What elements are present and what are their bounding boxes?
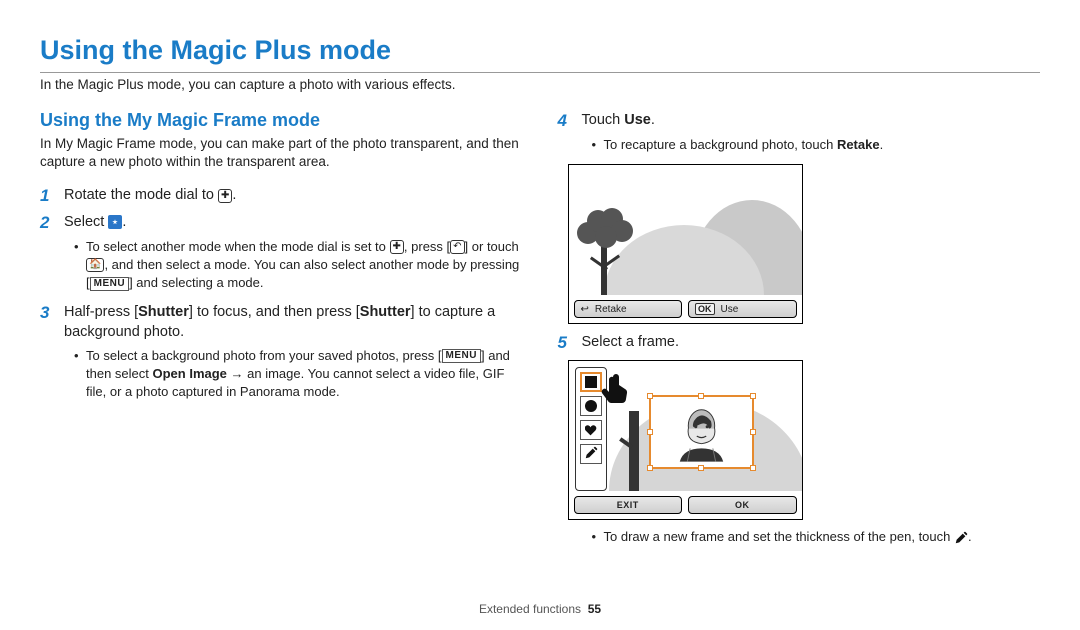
t: . [968, 529, 972, 544]
resize-handle[interactable] [698, 393, 704, 399]
step-body: Touch Use. [582, 110, 1041, 130]
left-column: Using the My Magic Frame mode In My Magi… [40, 110, 523, 557]
step-5-sub-bullets: To draw a new frame and set the thicknes… [592, 528, 1041, 546]
subsection-title: Using the My Magic Frame mode [40, 110, 523, 131]
step-number: 4 [558, 110, 582, 132]
bullet-item: To recapture a background photo, touch R… [592, 136, 1041, 154]
resize-handle[interactable] [647, 465, 653, 471]
tree-crown [577, 208, 632, 253]
t: . [880, 137, 884, 152]
step-4: 4 Touch Use. [558, 110, 1041, 132]
resize-handle[interactable] [647, 393, 653, 399]
step-5: 5 Select a frame. [558, 332, 1041, 354]
mode-dial-magic-icon: ✚ [390, 240, 404, 254]
square-icon [585, 376, 597, 388]
step-number: 1 [40, 185, 64, 207]
shutter-label: Shutter [360, 304, 411, 320]
resize-handle[interactable] [750, 465, 756, 471]
right-column: 4 Touch Use. To recapture a background p… [558, 110, 1041, 557]
use-text: Use [721, 304, 739, 315]
draw-pen-icon [584, 446, 598, 463]
preview-button-bar: ↩ Retake OK Use [574, 300, 797, 318]
step-body: Select . [64, 212, 523, 232]
t: To draw a new frame and set the thicknes… [604, 529, 954, 544]
subsection-intro: In My Magic Frame mode, you can make par… [40, 135, 523, 171]
selection-frame[interactable] [649, 395, 754, 469]
back-arrow-icon: ↩ [581, 304, 589, 315]
t: Touch [582, 112, 625, 128]
step-body: Half-press [Shutter] to focus, and then … [64, 302, 523, 343]
magic-frame-icon [108, 215, 122, 229]
step-4-sub-bullets: To recapture a background photo, touch R… [592, 136, 1041, 154]
bullet-item: To select another mode when the mode dia… [74, 238, 523, 293]
two-column-layout: Using the My Magic Frame mode In My Magi… [40, 110, 1040, 557]
ok-button[interactable]: OK [688, 496, 797, 514]
step-text-tail: . [122, 214, 126, 230]
step-2-sub-bullets: To select another mode when the mode dia… [74, 238, 523, 293]
footer-page-number: 55 [588, 602, 601, 616]
t: Half-press [ [64, 304, 138, 320]
step-number: 3 [40, 302, 64, 324]
resize-handle[interactable] [698, 465, 704, 471]
use-button[interactable]: OK Use [688, 300, 797, 318]
tree-trunk [629, 411, 639, 491]
portrait-placeholder [659, 405, 744, 459]
t: To select a background photo from your s… [86, 348, 442, 363]
t: . [651, 112, 655, 128]
resize-handle[interactable] [750, 393, 756, 399]
frame-option-heart[interactable] [580, 420, 602, 440]
back-icon: ↶ [450, 240, 464, 254]
step-body: Select a frame. [582, 332, 1041, 352]
camera-preview-illustration: ↩ Retake OK Use [568, 164, 803, 324]
page-title: Using the Magic Plus mode [40, 35, 1040, 73]
step-text: Rotate the mode dial to [64, 187, 218, 203]
step-body: Rotate the mode dial to ✚. [64, 185, 523, 205]
intro-text: In the Magic Plus mode, you can capture … [40, 77, 1040, 92]
frame-select-illustration: EXIT OK [568, 360, 803, 520]
step-number: 2 [40, 212, 64, 234]
step-text-tail: . [232, 187, 236, 203]
step-2: 2 Select . [40, 212, 523, 234]
draw-pen-icon [954, 531, 968, 545]
frame-option-draw[interactable] [580, 444, 602, 464]
frame-button-bar: EXIT OK [574, 496, 797, 514]
t: To recapture a background photo, touch [604, 137, 837, 152]
t: ] and selecting a mode. [129, 275, 263, 290]
t: ] to focus, and then press [ [189, 304, 360, 320]
page-footer: Extended functions 55 [0, 602, 1080, 616]
circle-icon [585, 400, 597, 412]
exit-button[interactable]: EXIT [574, 496, 683, 514]
resize-handle[interactable] [647, 429, 653, 435]
footer-section: Extended functions [479, 602, 581, 616]
retake-text: Retake [595, 304, 627, 315]
retake-button[interactable]: ↩ Retake [574, 300, 683, 318]
open-image-label: Open Image [153, 366, 227, 381]
bullet-item: To select a background photo from your s… [74, 347, 523, 402]
resize-handle[interactable] [750, 429, 756, 435]
bullet-item: To draw a new frame and set the thicknes… [592, 528, 1041, 546]
use-label: Use [624, 112, 651, 128]
step-number: 5 [558, 332, 582, 354]
step-3-sub-bullets: To select a background photo from your s… [74, 347, 523, 402]
t: ] or touch [465, 239, 519, 254]
hand-cursor-icon [597, 373, 633, 403]
step-1: 1 Rotate the mode dial to ✚. [40, 185, 523, 207]
t: To select another mode when the mode dia… [86, 239, 390, 254]
step-3: 3 Half-press [Shutter] to focus, and the… [40, 302, 523, 343]
t: , press [ [404, 239, 450, 254]
shutter-label: Shutter [138, 304, 189, 320]
step-text: Select [64, 214, 108, 230]
ok-badge: OK [695, 303, 715, 315]
retake-label: Retake [837, 137, 880, 152]
mode-dial-magic-icon: ✚ [218, 189, 232, 203]
menu-button-label: MENU [90, 277, 129, 291]
menu-button-label: MENU [442, 349, 481, 363]
heart-icon [585, 424, 597, 436]
home-icon: 🏠 [86, 258, 104, 272]
